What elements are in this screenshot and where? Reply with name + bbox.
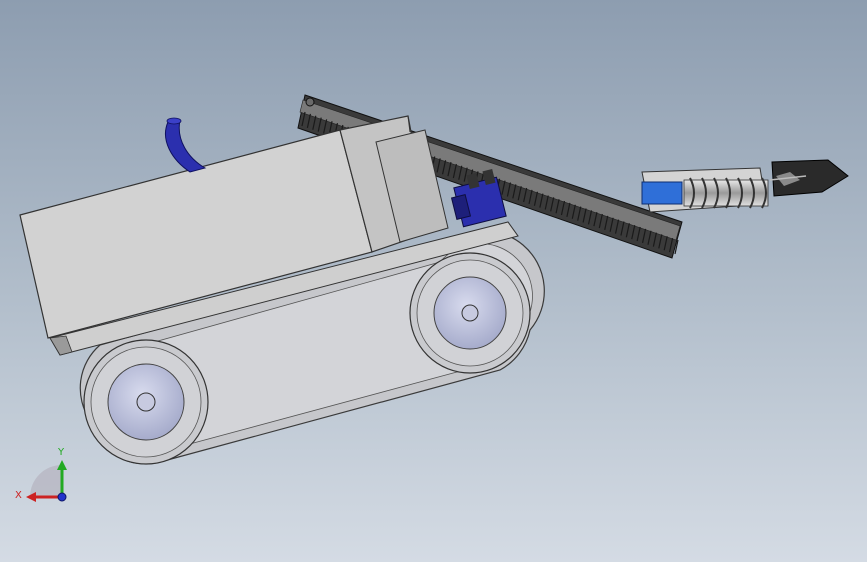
conveyor-pulley-top (305, 97, 315, 107)
rear-wheel (83, 339, 209, 465)
front-wheel (409, 252, 531, 374)
cad-viewport[interactable]: Y X (0, 0, 867, 562)
z-axis-dot (57, 492, 67, 502)
auger-motor (641, 181, 683, 205)
y-axis-label: Y (57, 447, 65, 458)
x-axis-label: X (15, 490, 22, 501)
